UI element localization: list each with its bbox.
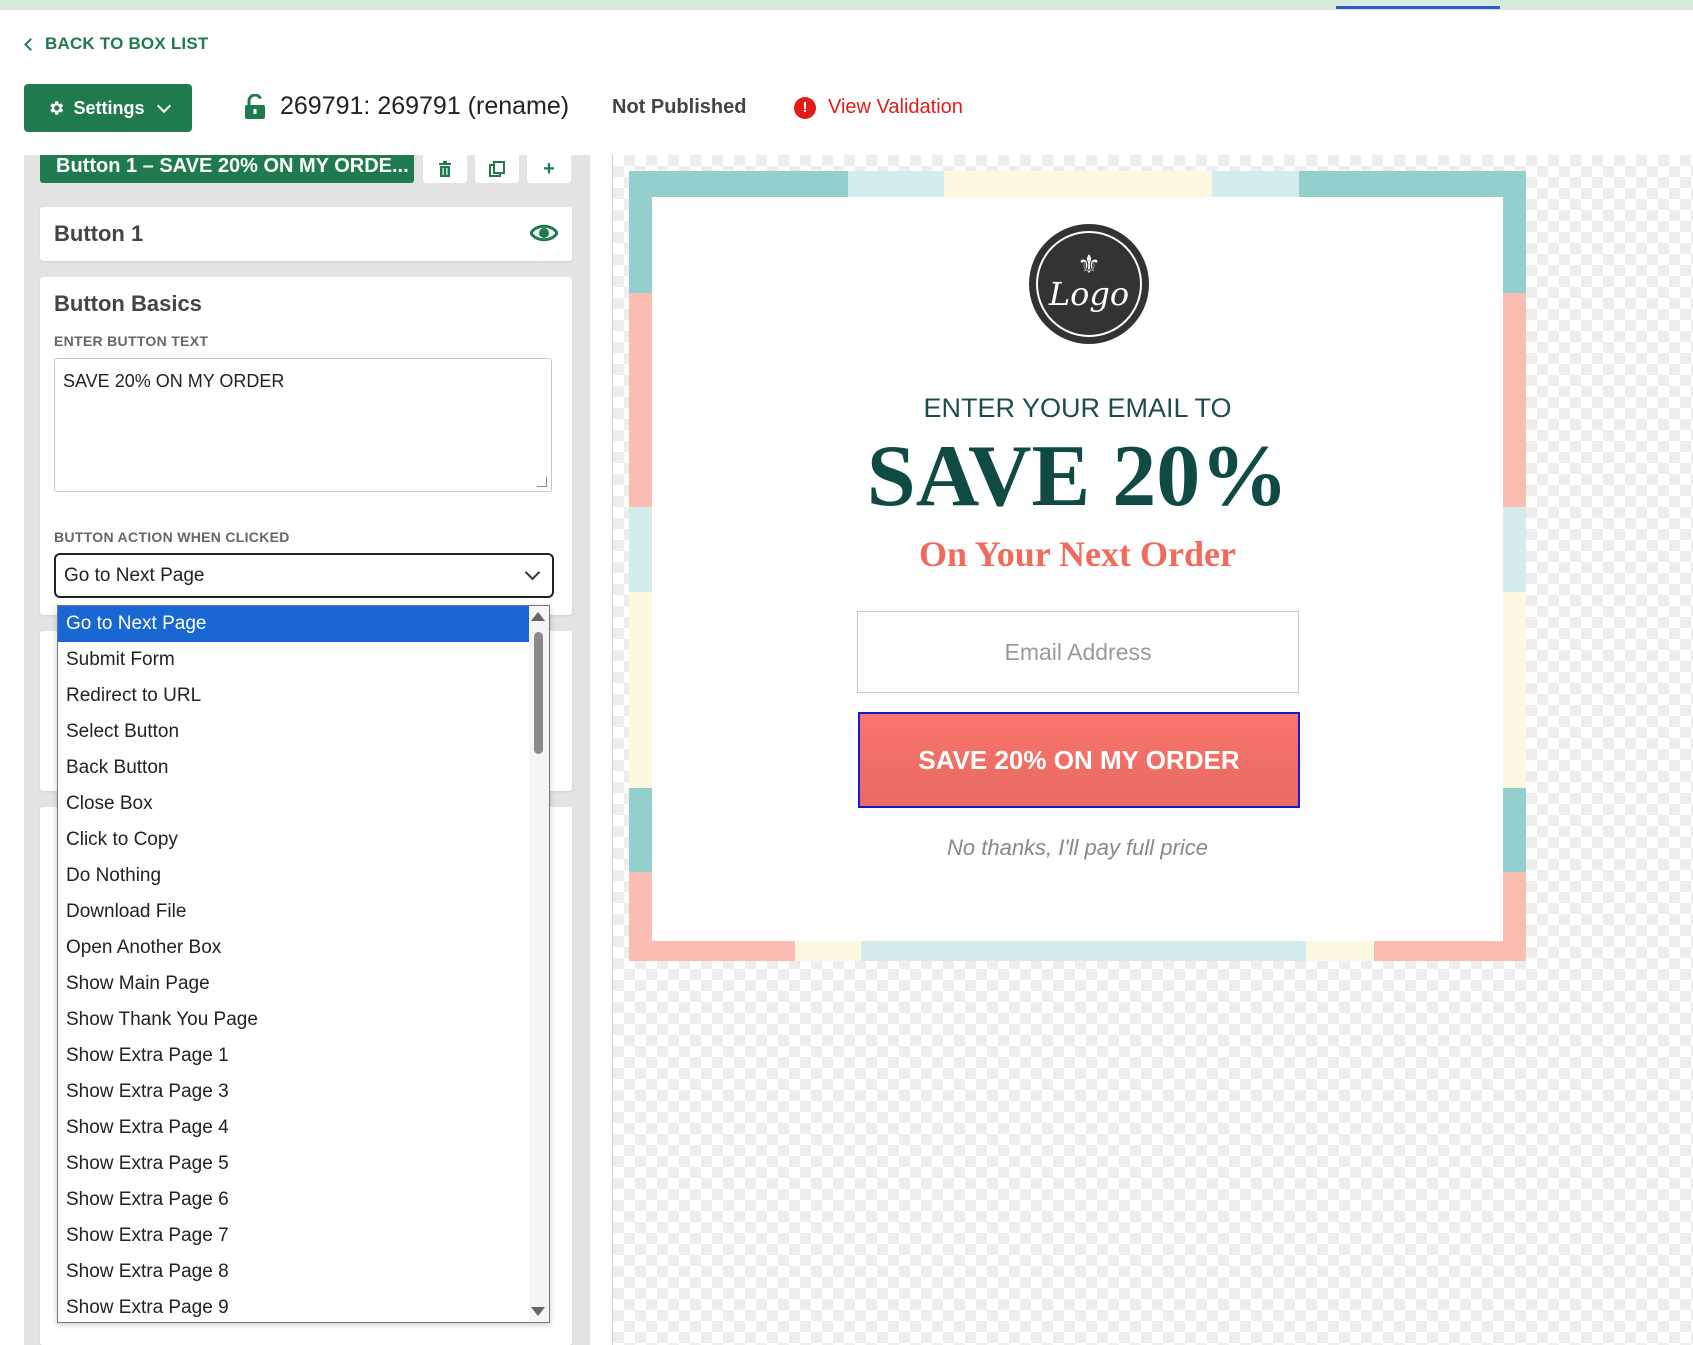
dropdown-option[interactable]: Show Main Page [58,966,530,1002]
delete-button[interactable] [423,155,467,183]
dropdown-option[interactable]: Show Extra Page 4 [58,1110,530,1146]
scroll-thumb[interactable] [534,632,543,754]
border-segment [1212,171,1299,197]
border-segment [629,197,652,293]
button-action-dropdown[interactable]: Go to Next Page Submit Form Redirect to … [57,605,550,1323]
popup-subheadline: On Your Next Order [919,534,1236,574]
border-segment [629,788,652,872]
border-segment [795,941,861,961]
back-link-label: BACK TO BOX LIST [45,34,209,53]
active-element-tab[interactable]: Button 1 – SAVE 20% ON MY ORDE... [40,155,414,183]
border-segment [1503,293,1526,507]
popup-headline: SAVE 20% [866,428,1289,525]
border-segment [629,592,652,788]
preview-canvas: ⚜ Logo ENTER YOUR EMAIL TO SAVE 20% On Y… [612,155,1693,1345]
button-basics-card: Button Basics ENTER BUTTON TEXT SAVE 20%… [40,277,572,615]
top-notification-strip [0,0,1693,10]
button-text-label: ENTER BUTTON TEXT [54,333,209,349]
settings-button[interactable]: Settings [24,84,192,132]
save-offer-label: SAVE 20% ON MY ORDER [918,744,1240,775]
eye-icon[interactable] [530,223,558,243]
border-segment [1503,507,1526,592]
scroll-down-arrow-icon[interactable] [531,1307,545,1316]
view-validation-link[interactable]: ! View Validation [794,96,963,119]
popup-lead-text: ENTER YOUR EMAIL TO [923,393,1232,423]
add-element-button[interactable]: + [527,155,571,183]
dropdown-option[interactable]: Do Nothing [58,858,530,894]
border-segment [1503,592,1526,788]
button-action-selected: Go to Next Page [64,564,205,586]
dropdown-option[interactable]: Go to Next Page [58,606,530,642]
back-to-box-list-link[interactable]: BACK TO BOX LIST [24,34,209,54]
view-validation-label: View Validation [828,96,963,118]
button-basics-title: Button Basics [54,291,202,316]
border-segment [944,171,1212,197]
dropdown-scrollbar[interactable] [529,606,549,1322]
dropdown-option[interactable]: Show Extra Page 8 [58,1254,530,1290]
logo-text: Logo [1048,275,1130,313]
border-segment [629,941,795,961]
logo-ring: ⚜ Logo [1036,231,1142,337]
publish-status: Not Published [612,96,747,118]
dropdown-option[interactable]: Back Button [58,750,530,786]
border-segment [629,507,652,592]
button-text-value: SAVE 20% ON MY ORDER [63,371,285,391]
chevron-down-icon [156,98,171,113]
settings-label: Settings [73,97,145,118]
border-segment [629,171,848,197]
dropdown-option[interactable]: Click to Copy [58,822,530,858]
button-action-label: BUTTON ACTION WHEN CLICKED [54,529,290,545]
dropdown-option[interactable]: Show Extra Page 7 [58,1218,530,1254]
resize-handle-icon[interactable] [537,477,547,487]
dropdown-option[interactable]: Redirect to URL [58,678,530,714]
dropdown-option[interactable]: Show Extra Page 5 [58,1146,530,1182]
dropdown-option[interactable]: Download File [58,894,530,930]
notification-link-underline[interactable] [1336,6,1500,9]
trash-icon [439,161,451,177]
fleur-de-lis-icon: ⚜ [1077,249,1101,279]
dropdown-option[interactable]: Close Box [58,786,530,822]
button-text-input[interactable]: SAVE 20% ON MY ORDER [54,358,552,492]
border-segment [1299,171,1526,197]
dropdown-option[interactable]: Show Extra Page 1 [58,1038,530,1074]
chevron-left-icon [24,37,37,51]
dropdown-option[interactable]: Show Extra Page 9 [58,1290,530,1322]
border-segment [1503,788,1526,872]
email-placeholder: Email Address [1004,638,1152,665]
button-action-select[interactable]: Go to Next Page [54,553,554,598]
border-segment [861,941,1306,961]
save-offer-button[interactable]: SAVE 20% ON MY ORDER [858,712,1300,808]
dropdown-option[interactable]: Show Extra Page 6 [58,1182,530,1218]
dropdown-option[interactable]: Show Extra Page 3 [58,1074,530,1110]
border-segment [629,293,652,507]
popup-box[interactable]: ⚜ Logo ENTER YOUR EMAIL TO SAVE 20% On Y… [629,171,1526,961]
dropdown-option[interactable]: Submit Form [58,642,530,678]
copy-icon [489,161,505,177]
box-title: 269791: 269791 (rename) [244,92,569,121]
unlock-icon [245,93,265,119]
border-segment [1374,941,1526,961]
scroll-up-arrow-icon[interactable] [531,612,545,621]
email-field[interactable]: Email Address [857,611,1299,693]
gear-icon [50,101,64,115]
dropdown-option[interactable]: Open Another Box [58,930,530,966]
plus-icon: + [543,157,555,180]
element-name: Button 1 [54,221,144,246]
dropdown-option[interactable]: Show Thank You Page [58,1002,530,1038]
element-header-card: Button 1 [40,207,572,261]
border-segment [1306,941,1374,961]
chevron-down-icon [524,564,541,581]
box-title-text[interactable]: 269791: 269791 (rename) [280,92,569,121]
border-segment [848,171,944,197]
popup-content: ⚜ Logo ENTER YOUR EMAIL TO SAVE 20% On Y… [652,197,1503,941]
decline-link[interactable]: No thanks, I'll pay full price [652,835,1503,861]
border-segment [1503,197,1526,293]
dropdown-option[interactable]: Select Button [58,714,530,750]
logo: ⚜ Logo [1029,224,1149,344]
duplicate-button[interactable] [475,155,519,183]
alert-icon: ! [794,96,816,119]
